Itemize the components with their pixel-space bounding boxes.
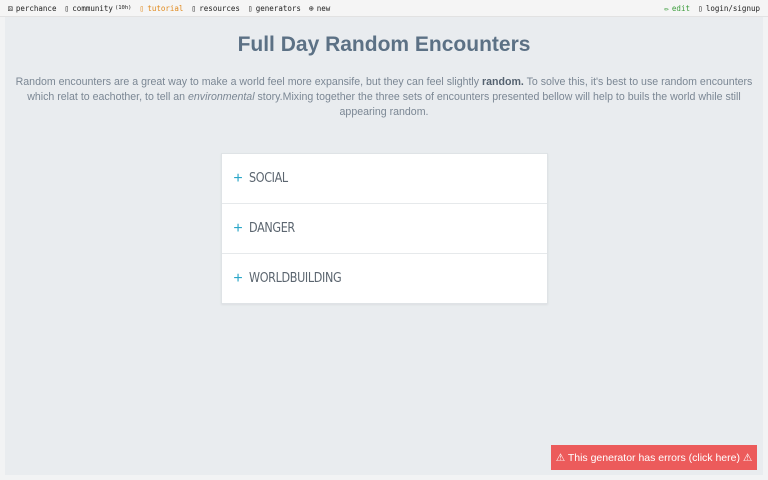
nav-links: ⚄ perchance ▯ community (10h) ▯ tutorial… — [0, 4, 338, 13]
nav-resources-link[interactable]: ▯ resources — [191, 4, 239, 13]
generator-errors-button[interactable]: ⚠ This generator has errors (click here)… — [551, 445, 757, 470]
desc-bold: random. — [482, 76, 524, 88]
desc-text-3: story.Mixing together the three sets of … — [254, 91, 741, 118]
nav-new-label: new — [316, 3, 331, 13]
accordion-label: DANGER — [249, 221, 295, 236]
nav-tutorial-link[interactable]: ▯ tutorial — [140, 4, 184, 13]
encounter-accordion: + SOCIAL + DANGER + WORLDBUILDING — [221, 153, 548, 304]
resources-icon: ▯ — [191, 3, 197, 13]
plus-icon: + — [233, 269, 243, 287]
accordion-item-worldbuilding[interactable]: + WORLDBUILDING — [222, 254, 547, 303]
nav-new-link[interactable]: ⊕ new — [309, 4, 330, 13]
nav-community-link[interactable]: ▯ community (10h) — [64, 4, 131, 13]
desc-text-1: Random encounters are a great way to mak… — [15, 76, 483, 88]
edit-label: edit — [671, 3, 690, 13]
edit-link[interactable]: ✏ edit — [664, 4, 690, 13]
pencil-icon: ✏ — [664, 3, 669, 13]
accordion-item-social[interactable]: + SOCIAL — [222, 154, 547, 204]
plus-icon: + — [233, 219, 243, 237]
top-nav-bar: ⚄ perchance ▯ community (10h) ▯ tutorial… — [0, 0, 768, 17]
new-icon: ⊕ — [308, 3, 314, 13]
tutorial-icon: ▯ — [139, 3, 145, 13]
dice-icon: ⚄ — [8, 3, 13, 13]
page-description: Random encounters are a great way to mak… — [15, 75, 753, 120]
nav-home-link[interactable]: ⚄ perchance — [8, 4, 56, 13]
nav-resources-label: resources — [199, 3, 240, 13]
nav-tutorial-label: tutorial — [147, 3, 184, 13]
accordion-label: WORLDBUILDING — [249, 271, 342, 286]
community-icon: ▯ — [64, 3, 70, 13]
nav-home-label: perchance — [15, 3, 57, 13]
generators-icon: ▯ — [247, 3, 253, 13]
login-icon: ▯ — [697, 3, 703, 13]
generator-output: Full Day Random Encounters Random encoun… — [5, 17, 763, 475]
nav-right: ✏ edit ▯ login/signup — [664, 4, 768, 13]
accordion-item-danger[interactable]: + DANGER — [222, 204, 547, 254]
login-label: login/signup — [705, 3, 760, 13]
nav-generators-link[interactable]: ▯ generators — [248, 4, 301, 13]
accordion-label: SOCIAL — [249, 171, 288, 186]
community-count: (10h) — [114, 5, 132, 11]
nav-generators-label: generators — [255, 3, 301, 13]
page-title: Full Day Random Encounters — [237, 33, 531, 56]
login-link[interactable]: ▯ login/signup — [698, 4, 760, 13]
plus-icon: + — [233, 169, 243, 187]
nav-community-label: community — [72, 3, 113, 13]
desc-italic: environmental — [188, 91, 255, 103]
